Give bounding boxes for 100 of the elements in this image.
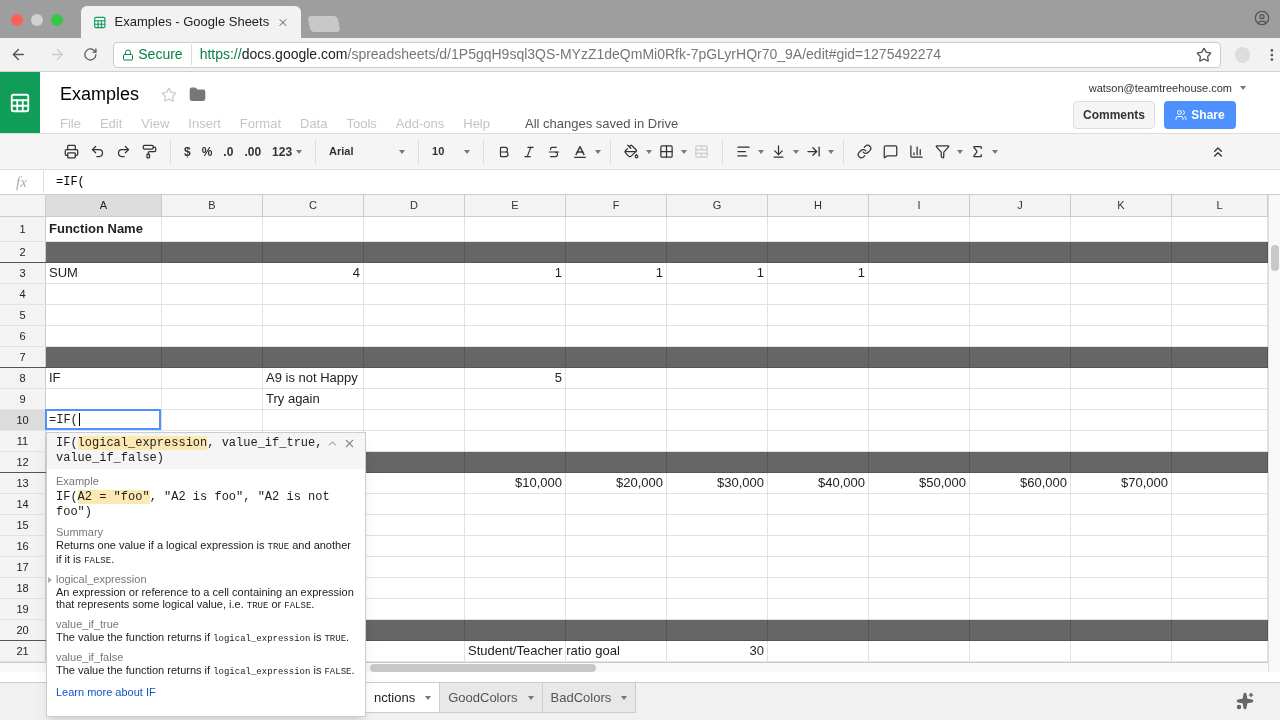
row-header[interactable]: 6 (0, 326, 46, 346)
strikethrough-icon (547, 144, 562, 159)
formula-field[interactable]: =IF( (56, 173, 85, 191)
caret-icon (992, 149, 999, 154)
sheet-tab[interactable]: nctions (366, 683, 441, 713)
section-heading: value_if_true (56, 617, 120, 631)
row-header[interactable]: 3 (0, 263, 46, 283)
cell-text: 1 (857, 264, 865, 283)
column-header[interactable]: B (162, 195, 263, 216)
row-header[interactable]: 1 (0, 217, 46, 241)
cell-text: IF (49, 369, 61, 388)
sheet-tab[interactable]: BadColors (542, 683, 637, 713)
tab-title: Examples - Google Sheets (114, 13, 270, 32)
font-dropdown[interactable]: Arial (325, 143, 410, 160)
column-header[interactable]: A (46, 195, 162, 216)
column-header[interactable]: C (263, 195, 364, 216)
currency-button[interactable]: $ (180, 139, 195, 164)
caret-icon (464, 149, 471, 154)
increase-decimals-button[interactable]: .00 (240, 139, 266, 164)
cell-text: $50,000 (919, 474, 966, 493)
row-header[interactable]: 11 (0, 431, 46, 451)
number-format-dropdown[interactable]: 123 (268, 142, 307, 161)
cell-editor[interactable]: =IF( (45, 409, 161, 430)
row-header[interactable]: 2 (0, 242, 46, 262)
caret-icon (296, 149, 303, 154)
document-title[interactable]: Examples (60, 81, 140, 108)
cell-text: $60,000 (1020, 474, 1067, 493)
sheet-tab[interactable]: GoodColors (440, 683, 543, 713)
horizontal-scrollbar-thumb[interactable] (370, 664, 596, 672)
column-header[interactable]: K (1071, 195, 1172, 216)
borders-icon (659, 144, 675, 159)
comments-button[interactable]: Comments (1073, 100, 1155, 129)
section-heading: logical_expression (56, 572, 148, 586)
cell-text: Student/Teacher ratio goal (468, 642, 620, 661)
row-header[interactable]: 4 (0, 284, 46, 304)
back-icon[interactable] (10, 46, 27, 63)
undo-icon (90, 144, 105, 159)
lock-icon (122, 48, 135, 61)
paint-bucket-icon (624, 144, 640, 159)
row-header[interactable]: 18 (0, 578, 46, 598)
column-header[interactable]: I (869, 195, 970, 216)
column-header[interactable]: E (465, 195, 566, 216)
column-header[interactable]: D (364, 195, 465, 216)
column-header[interactable]: G (667, 195, 768, 216)
caret-icon (758, 149, 765, 154)
cell-text: Try again (266, 390, 320, 409)
address-field[interactable]: Secure https://docs.google.com/spreadsheets/d/1P5gqH9sql3QS-MYzZ1deQmMi0Rfk-7pGLyrHQr70_9A/edit#gid=1275492274 (113, 41, 1221, 68)
caret-icon (595, 149, 602, 154)
function-example: IF(A2 = "foo", "A2 is foo", "A2 is not foo") (56, 489, 331, 520)
caret-icon (399, 149, 406, 154)
row-header[interactable]: 12 (0, 452, 46, 472)
browser-tab[interactable]: Examples - Google Sheets (81, 6, 301, 38)
cell-text: $20,000 (616, 474, 663, 493)
section-heading: Example (56, 474, 100, 489)
percent-button[interactable]: % (197, 139, 217, 164)
link-icon (857, 144, 873, 159)
fx-label: fx (0, 170, 44, 194)
function-signature: IF(logical_expression, value_if_true, value_if_false) (56, 436, 324, 466)
profile-icon[interactable] (1254, 10, 1270, 26)
close-icon[interactable] (343, 437, 356, 450)
bookmark-icon[interactable] (1195, 46, 1212, 63)
decrease-decimals-button[interactable]: .0 (219, 139, 238, 164)
row-header[interactable]: 15 (0, 515, 46, 535)
row-header[interactable]: 14 (0, 494, 46, 514)
row-header[interactable]: 21 (0, 641, 46, 661)
cell-text: A9 is not Happy (266, 369, 358, 388)
chart-icon (909, 144, 925, 159)
filter-icon (935, 144, 951, 159)
row-header[interactable]: 10 (0, 410, 46, 430)
row-header[interactable]: 8 (0, 368, 46, 388)
redo-icon (116, 144, 131, 159)
merge-cells-icon (694, 144, 710, 159)
account-email[interactable]: watson@teamtreehouse.com (1088, 80, 1232, 97)
explore-icon[interactable] (1236, 692, 1254, 710)
row-header[interactable]: 13 (0, 473, 46, 493)
column-header[interactable]: H (768, 195, 869, 216)
row-header[interactable]: 17 (0, 557, 46, 577)
text-color-icon (572, 143, 589, 160)
cell-text: 4 (352, 264, 360, 283)
caret-icon (621, 695, 628, 700)
font-size-dropdown[interactable]: 10 (428, 143, 475, 160)
row-header[interactable]: 9 (0, 389, 46, 409)
caret-icon (527, 695, 534, 700)
star-icon[interactable] (161, 86, 178, 103)
row-header[interactable]: 19 (0, 599, 46, 619)
cell-text: 30 (749, 642, 764, 661)
caret-icon (793, 149, 800, 154)
column-header[interactable]: F (566, 195, 667, 216)
caret-icon (957, 149, 964, 154)
reload-icon[interactable] (82, 47, 98, 62)
learn-more-link[interactable]: Learn more about IF (56, 683, 356, 700)
comment-icon (883, 144, 899, 159)
row-header[interactable]: 20 (0, 620, 46, 640)
column-header[interactable]: J (970, 195, 1071, 216)
sheets-logo-tile[interactable] (0, 72, 40, 133)
vertical-scrollbar-thumb[interactable] (1270, 245, 1279, 271)
row-header[interactable]: 5 (0, 305, 46, 325)
folder-icon[interactable] (189, 86, 207, 103)
row-header[interactable]: 7 (0, 347, 46, 367)
row-header[interactable]: 16 (0, 536, 46, 556)
